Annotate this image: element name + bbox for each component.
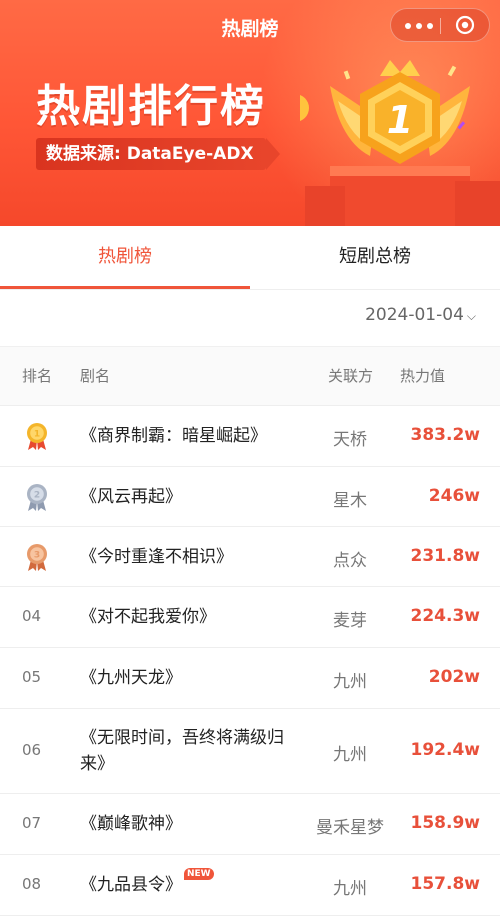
mini-program-capsule[interactable] <box>390 8 490 42</box>
data-source-label: 数据来源: DataEye-ADX <box>36 138 280 170</box>
rank-number: 05 <box>22 668 42 686</box>
drama-title[interactable]: 《商界制霸：暗星崛起》 <box>80 423 305 449</box>
table-row[interactable]: 07 《巅峰歌神》 曼禾星梦 158.9w <box>0 794 500 855</box>
drama-title[interactable]: 《巅峰歌神》 <box>80 811 305 837</box>
date-picker[interactable]: 2024-01-04 ⌵ <box>365 305 476 325</box>
drama-title-text: 《风云再起》 <box>80 486 182 507</box>
heat-value: 158.9w <box>410 813 480 833</box>
tab-hot-drama[interactable]: 热剧榜 <box>0 226 250 290</box>
drama-title[interactable]: 《风云再起》 <box>80 484 305 510</box>
date-value: 2024-01-04 <box>365 305 464 325</box>
heat-value: 246w <box>428 485 480 506</box>
rank-number: 07 <box>22 814 42 832</box>
drama-title-text: 《对不起我爱你》 <box>80 607 216 627</box>
related-party: 点众 <box>333 550 367 571</box>
drama-title-text: 《巅峰歌神》 <box>80 814 182 834</box>
svg-text:1: 1 <box>34 430 40 440</box>
table-header: 排名 剧名 关联方 热力值 <box>0 346 500 406</box>
page-hero-title: 热剧排行榜 <box>36 81 266 132</box>
related-party: 九州 <box>333 879 367 899</box>
table-row[interactable]: 06 《无限时间，吾终将满级归来》 九州 192.4w <box>0 709 500 794</box>
related-party: 麦芽 <box>333 611 367 631</box>
svg-text:3: 3 <box>34 550 40 560</box>
tab-divider <box>0 289 500 290</box>
capsule-divider <box>440 18 441 34</box>
heat-value: 192.4w <box>410 740 480 760</box>
ranking-table: 排名 剧名 关联方 热力值 1 《商界制霸：暗星崛起》 天桥 383.2w 2 《风云再起… <box>0 346 500 916</box>
new-badge: NEW <box>184 868 214 880</box>
table-row[interactable]: 1 《商界制霸：暗星崛起》 天桥 383.2w <box>0 406 500 467</box>
tab-bar: 热剧榜 短剧总榜 <box>0 226 500 290</box>
gold-medal-icon: 1 <box>27 423 47 450</box>
svg-text:2: 2 <box>34 490 40 500</box>
drama-title-text: 《今时重逢不相识》 <box>80 546 233 567</box>
rank-number: 04 <box>22 607 42 625</box>
chevron-down-icon: ⌵ <box>466 309 476 323</box>
related-party: 九州 <box>333 672 367 692</box>
drama-title[interactable]: 《对不起我爱你》 <box>80 604 305 630</box>
header-name: 剧名 <box>80 367 111 385</box>
drama-title-text: 《九品县令》 <box>80 875 182 895</box>
heat-value: 231.8w <box>410 545 480 566</box>
table-row[interactable]: 05 《九州天龙》 九州 202w <box>0 648 500 709</box>
table-row[interactable]: 04 《对不起我爱你》 麦芽 224.3w <box>0 587 500 648</box>
table-body: 1 《商界制霸：暗星崛起》 天桥 383.2w 2 《风云再起》 星木 246w 3 《今时重逢不… <box>0 406 500 916</box>
silver-medal-icon: 2 <box>27 483 47 511</box>
heat-value: 202w <box>428 667 480 687</box>
table-row[interactable]: 08 《九品县令》NEW 九州 157.8w <box>0 855 500 916</box>
hero-banner: 热剧榜 热剧排行榜 数据来源: DataEye-ADX 1 <box>0 0 500 226</box>
related-party: 九州 <box>333 745 367 765</box>
svg-text:1: 1 <box>387 98 413 142</box>
header-party: 关联方 <box>328 367 374 385</box>
rank-number: 08 <box>22 875 42 893</box>
drama-title[interactable]: 《九品县令》NEW <box>80 868 305 898</box>
drama-title-text: 《商界制霸：暗星崛起》 <box>80 426 267 446</box>
related-party: 星木 <box>333 490 367 511</box>
trophy-illustration: 1 <box>300 60 500 226</box>
drama-title[interactable]: 《无限时间，吾终将满级归来》 <box>80 725 305 777</box>
heat-value: 383.2w <box>410 425 480 445</box>
table-row[interactable]: 2 《风云再起》 星木 246w <box>0 467 500 527</box>
related-party: 曼禾星梦 <box>316 818 384 838</box>
header-rank: 排名 <box>22 367 53 385</box>
rank-number: 06 <box>22 741 42 759</box>
tab-short-drama-total[interactable]: 短剧总榜 <box>250 226 500 290</box>
more-icon[interactable] <box>403 15 437 35</box>
table-row[interactable]: 3 《今时重逢不相识》 点众 231.8w <box>0 527 500 587</box>
drama-title[interactable]: 《九州天龙》 <box>80 665 305 691</box>
close-target-icon[interactable] <box>455 15 475 35</box>
header-heat: 热力值 <box>400 367 446 385</box>
heat-value: 224.3w <box>410 606 480 626</box>
drama-title-text: 《无限时间，吾终将满级归来》 <box>80 728 284 774</box>
bronze-medal-icon: 3 <box>27 543 47 571</box>
drama-title-text: 《九州天龙》 <box>80 668 182 688</box>
heat-value: 157.8w <box>410 874 480 894</box>
related-party: 天桥 <box>333 430 367 450</box>
drama-title[interactable]: 《今时重逢不相识》 <box>80 544 305 570</box>
